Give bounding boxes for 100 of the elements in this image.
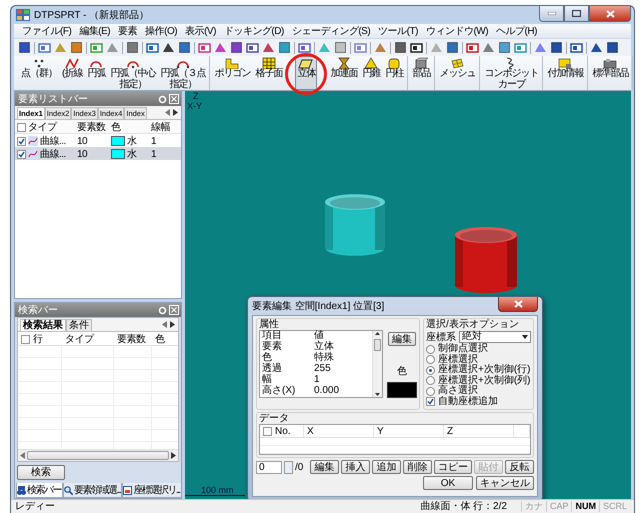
tool-button[interactable]: 立体 <box>295 56 318 90</box>
action-button[interactable]: 挿入 <box>341 460 370 474</box>
toolbar-icon[interactable] <box>394 41 407 54</box>
toolbar-icon[interactable] <box>178 41 191 54</box>
toolbar-icon[interactable] <box>126 41 139 54</box>
checkbox[interactable] <box>426 397 435 406</box>
search-button[interactable]: 検索 <box>17 465 65 480</box>
menu-item[interactable]: 表示(V) <box>185 24 216 38</box>
tool-button[interactable]: 付加情報 <box>545 56 586 90</box>
pin-icon[interactable] <box>158 306 167 314</box>
ok-button[interactable]: OK <box>423 476 473 490</box>
spin-button[interactable] <box>284 460 293 474</box>
tool-button[interactable]: ポリゴン <box>212 56 252 90</box>
tab[interactable]: 検索結果 <box>20 319 66 331</box>
toolbar-icon[interactable] <box>230 41 243 54</box>
menu-item[interactable]: ファイル(F) <box>22 24 72 38</box>
close-icon[interactable] <box>169 94 179 104</box>
menu-item[interactable]: ヘルプ(H) <box>496 24 537 38</box>
action-button[interactable]: 追加 <box>372 460 401 474</box>
panel-title: 検索バー <box>18 304 58 317</box>
scroll-left-icon[interactable] <box>20 452 25 459</box>
tool-button[interactable]: メッシュ <box>437 56 478 90</box>
table-cell-text: 水 <box>127 148 136 161</box>
tool-button[interactable]: 加連面 <box>328 56 360 90</box>
scroll-right-icon[interactable] <box>173 109 178 116</box>
toolbar-icon[interactable] <box>498 41 511 54</box>
column-header: 色 <box>111 121 120 134</box>
edit-button[interactable]: 編集 <box>388 332 416 346</box>
menu-item[interactable]: ドッキング(D) <box>224 24 284 38</box>
column-header: タイプ <box>28 120 56 134</box>
tool-button[interactable]: 円弧（３点 指定） <box>158 56 208 90</box>
tool-button[interactable]: 円柱 <box>383 56 406 90</box>
menu-item[interactable]: 編集(E) <box>79 24 110 38</box>
toolbar-icon[interactable] <box>246 41 259 54</box>
radio-button[interactable] <box>426 376 435 386</box>
dock-tab[interactable]: 要素領域選... <box>63 483 122 498</box>
scroll-thumb[interactable] <box>27 451 169 460</box>
radio-button[interactable] <box>426 355 435 364</box>
close-icon[interactable] <box>169 305 179 315</box>
number-field[interactable]: 0 <box>256 460 282 474</box>
tool-button[interactable]: 点（群） <box>19 56 59 90</box>
checkbox[interactable] <box>263 426 272 436</box>
action-button[interactable]: 反転 <box>505 460 534 474</box>
action-button[interactable]: コピー <box>434 460 472 474</box>
radio-button[interactable] <box>426 366 435 375</box>
toolbar-icon[interactable] <box>466 41 479 54</box>
scroll-left-icon[interactable] <box>165 109 170 116</box>
checkbox[interactable] <box>17 136 26 146</box>
menu-item[interactable]: ウィンドウ(W) <box>426 24 488 38</box>
menu-item[interactable]: 操作(O) <box>145 24 178 38</box>
tool-button[interactable]: 円錐 <box>360 56 382 90</box>
toolbar-icon[interactable] <box>278 41 291 54</box>
checkbox[interactable] <box>17 122 26 132</box>
action-button[interactable]: 削除 <box>403 460 432 474</box>
menu-item[interactable]: シェーディング(S) <box>292 24 370 38</box>
toolbar-icon[interactable] <box>146 41 159 54</box>
toolbar-icon[interactable] <box>18 41 31 54</box>
toolbar-icon[interactable] <box>70 41 83 54</box>
toolbar-icon[interactable] <box>570 41 583 54</box>
menu-item[interactable]: ツール(T) <box>378 24 418 38</box>
dock-tab[interactable]: 座標選択リ... <box>122 483 181 498</box>
checkbox[interactable] <box>21 334 30 344</box>
toolbar-icon[interactable] <box>590 41 603 54</box>
toolbar-icon[interactable] <box>446 41 459 54</box>
tool-button[interactable]: 円弧 <box>85 56 108 90</box>
horizontal-scrollbar[interactable] <box>18 449 178 461</box>
toolbar-icon[interactable] <box>162 41 175 54</box>
tool-button[interactable]: 部品 <box>410 56 432 90</box>
tab[interactable]: 条件 <box>66 319 92 331</box>
vertical-scrollbar[interactable] <box>372 331 382 397</box>
close-button[interactable] <box>498 297 538 312</box>
dock-tab[interactable]: 検索バー <box>16 483 63 498</box>
radio-button[interactable] <box>426 386 435 396</box>
table-cell-text: 0.000 <box>313 386 340 397</box>
toolbar-icon[interactable] <box>410 41 423 54</box>
tool-button[interactable]: 円弧（中心 指定） <box>108 56 158 90</box>
column-header: 色 <box>155 333 164 346</box>
radio-button[interactable] <box>426 344 435 354</box>
maximize-button[interactable] <box>564 6 589 22</box>
tool-button[interactable]: (折線 <box>60 56 84 90</box>
tool-button[interactable]: 標準部品 <box>590 56 630 90</box>
checkbox[interactable] <box>17 150 26 158</box>
color-swatch[interactable] <box>387 382 417 398</box>
tool-button[interactable]: コンポジット カーブ <box>482 56 540 90</box>
cancel-button[interactable]: キャンセル <box>476 476 534 490</box>
close-button[interactable] <box>589 6 631 22</box>
list-row[interactable]: 曲線... 10 水 1 <box>15 134 181 147</box>
scroll-right-icon[interactable] <box>170 321 175 328</box>
menu-item[interactable]: 要素 <box>118 24 138 38</box>
minimize-button[interactable] <box>539 6 564 22</box>
scroll-left-icon[interactable] <box>162 321 167 328</box>
action-button[interactable]: 編集 <box>310 460 339 474</box>
toolbar-icon[interactable] <box>550 41 563 54</box>
coordinate-dropdown[interactable]: 絶対 <box>459 331 531 343</box>
scroll-right-icon[interactable] <box>171 452 176 459</box>
list-row[interactable]: 曲線... 10 水 1 <box>15 147 181 160</box>
tool-button[interactable]: 格子面 <box>253 56 284 90</box>
scroll-thumb[interactable] <box>374 339 381 351</box>
toolbar-icon[interactable] <box>606 41 619 54</box>
pin-icon[interactable] <box>158 94 167 104</box>
